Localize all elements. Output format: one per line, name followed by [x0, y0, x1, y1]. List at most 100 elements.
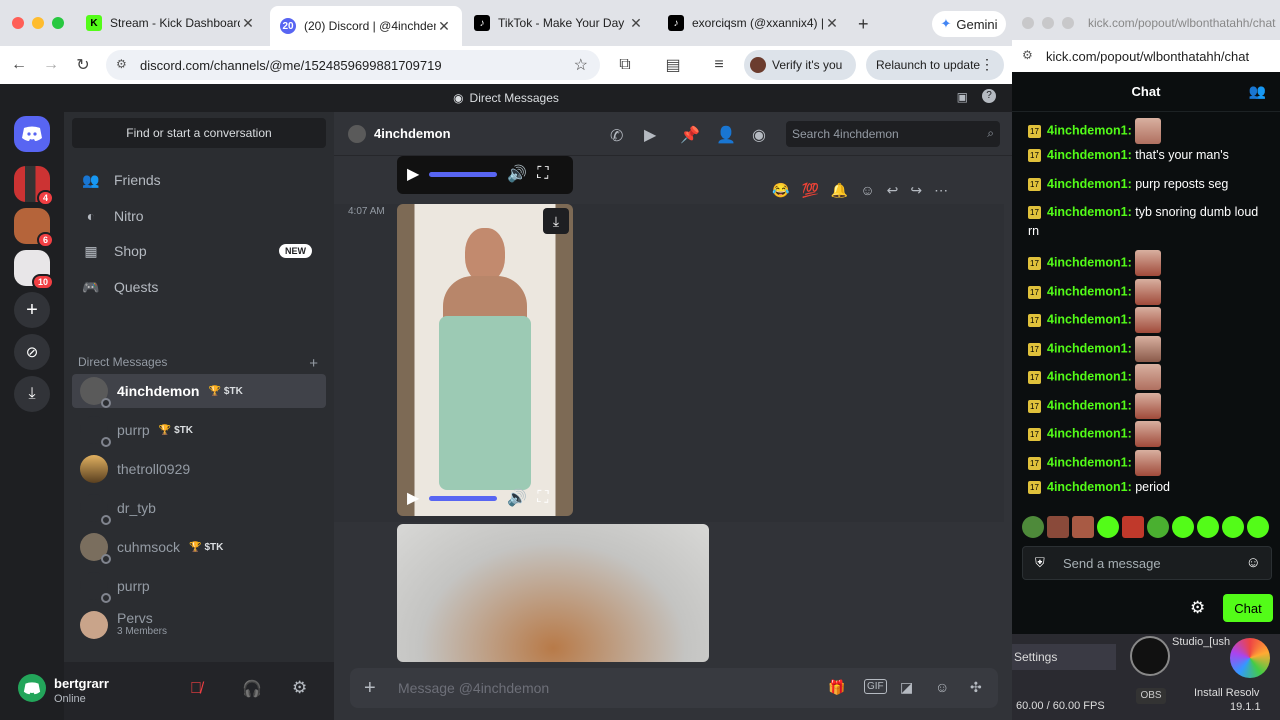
forward-icon[interactable]: ↪ [910, 182, 922, 199]
chat-username[interactable]: 4inchdemon1: [1047, 455, 1132, 469]
tab-tiktok-profile[interactable]: ♪ exorciqsm (@xxannix4) | T ✕ [658, 8, 850, 38]
emote-icon[interactable] [1122, 516, 1144, 538]
reaction-laugh-icon[interactable]: 😂 [772, 182, 789, 199]
davinci-resolve-icon[interactable] [1230, 638, 1270, 678]
chat-username[interactable]: 4inchdemon1: [1047, 177, 1132, 191]
maximize-window-button[interactable] [1062, 17, 1074, 29]
minimize-window-button[interactable] [1042, 17, 1054, 29]
volume-icon[interactable]: 🔊 [507, 488, 527, 508]
settings-gear-icon[interactable]: ⚙ [1190, 598, 1205, 618]
image-attachment[interactable] [397, 524, 709, 662]
server-icon[interactable]: 10 [14, 250, 54, 290]
chat-username[interactable]: 4inchdemon1: [1047, 123, 1132, 137]
user-profile-icon[interactable]: ◉ [752, 125, 766, 145]
inbox-icon[interactable]: ▣ [957, 90, 968, 104]
play-icon[interactable]: ▶ [407, 488, 419, 508]
chat-username[interactable]: 4inchdemon1: [1047, 148, 1132, 162]
chat-username[interactable]: 4inchdemon1: [1047, 255, 1132, 269]
chat-username[interactable]: 4inchdemon1: [1047, 480, 1132, 494]
emote-icon[interactable] [1197, 516, 1219, 538]
emote-icon[interactable] [1022, 516, 1044, 538]
gif-icon[interactable]: GIF [864, 679, 887, 694]
download-icon[interactable]: ⤓ [543, 208, 569, 234]
close-window-button[interactable] [1022, 17, 1034, 29]
new-tab-button[interactable]: + [858, 14, 869, 35]
help-icon[interactable]: ? [982, 89, 996, 103]
server-icon[interactable]: 4 [14, 166, 54, 206]
chat-username[interactable]: 4inchdemon1: [1047, 205, 1132, 219]
add-attachment-icon[interactable]: + [364, 677, 376, 700]
progress-bar[interactable] [429, 171, 498, 177]
close-tab-icon[interactable]: ✕ [824, 15, 840, 32]
video-call-icon[interactable]: ▶ [644, 125, 656, 145]
gemini-button[interactable]: ✦ Gemini [932, 11, 1006, 37]
chat-username[interactable]: 4inchdemon1: [1047, 426, 1132, 440]
search-input[interactable]: Search 4inchdemon ⌕ [786, 121, 1000, 147]
find-conversation-button[interactable]: Find or start a conversation [72, 118, 326, 148]
nav-nitro[interactable]: ◐ Nitro [72, 199, 326, 233]
play-icon[interactable]: ▶ [407, 164, 419, 184]
more-icon[interactable]: ⋯ [934, 182, 948, 199]
bookmark-star-icon[interactable]: ☆ [574, 55, 588, 75]
back-icon[interactable]: ← [8, 54, 30, 76]
close-tab-icon[interactable]: ✕ [240, 15, 256, 32]
tab-tiktok[interactable]: ♪ TikTok - Make Your Day ✕ [464, 8, 654, 38]
maximize-window-button[interactable] [52, 17, 64, 29]
relaunch-button[interactable]: Relaunch to update ⋮ [866, 50, 1004, 80]
emote-icon[interactable] [1072, 516, 1094, 538]
media-controls-icon[interactable]: ≡ [708, 54, 730, 76]
kick-message-input[interactable]: ⛨ Send a message ☺ [1022, 546, 1272, 580]
site-info-icon[interactable]: ⚙ [116, 57, 127, 71]
chat-username[interactable]: 4inchdemon1: [1047, 312, 1132, 326]
settings-gear-icon[interactable]: ⚙ [292, 678, 307, 698]
dm-item-thetroll0929[interactable]: thetroll0929 [72, 452, 326, 486]
emote-icon[interactable] [1147, 516, 1169, 538]
reaction-bell-icon[interactable]: 🔔 [831, 182, 848, 199]
dm-item-purrp[interactable]: purrp 🏆 $TK [72, 413, 326, 447]
nav-friends[interactable]: 👥 Friends [72, 163, 326, 197]
message-input[interactable]: + Message @4inchdemon 🎁 GIF ◪ ☺ ✣ [350, 668, 998, 708]
kick-send-button[interactable]: Chat [1223, 594, 1273, 622]
pin-icon[interactable]: 📌 [680, 125, 700, 145]
add-server-icon[interactable]: + [14, 292, 50, 328]
chat-username[interactable]: 4inchdemon1: [1047, 398, 1132, 412]
tab-kick-dashboard[interactable]: K Stream - Kick Dashboard ✕ [76, 8, 266, 38]
chat-username[interactable]: 4inchdemon1: [1047, 284, 1132, 298]
chat-username[interactable]: 4inchdemon1: [1047, 341, 1132, 355]
user-avatar[interactable] [18, 674, 46, 702]
reload-icon[interactable]: ↻ [72, 54, 94, 76]
site-info-icon[interactable]: ⚙ [1022, 48, 1033, 62]
chat-username[interactable]: 4inchdemon1: [1047, 369, 1132, 383]
emoji-icon[interactable]: ☺ [1246, 554, 1261, 571]
apps-icon[interactable]: ✣ [970, 679, 982, 696]
add-friends-icon[interactable]: 👤 [716, 125, 736, 145]
dm-item-purrp-2[interactable]: purrp [72, 569, 326, 603]
voice-call-icon[interactable]: ✆ [610, 126, 623, 146]
close-window-button[interactable] [12, 17, 24, 29]
reading-mode-icon[interactable]: ▤ [662, 54, 684, 76]
dm-item-cuhmsock[interactable]: cuhmsock 🏆 $TK [72, 530, 326, 564]
reaction-100-icon[interactable]: 💯 [801, 182, 818, 199]
more-menu-icon[interactable]: ⋮ [980, 56, 994, 73]
volume-icon[interactable]: 🔊 [507, 164, 527, 184]
reply-icon[interactable]: ↩ [887, 182, 899, 199]
emote-icon[interactable] [1172, 516, 1194, 538]
sticker-icon[interactable]: ◪ [900, 679, 913, 696]
users-icon[interactable]: 👥 [1249, 83, 1266, 100]
close-tab-icon[interactable]: ✕ [628, 15, 644, 32]
nav-shop[interactable]: ▦ Shop NEW [72, 234, 326, 268]
dm-item-dr-tyb[interactable]: dr_tyb [72, 491, 326, 525]
obs-settings-button[interactable]: Settings [1012, 644, 1116, 670]
discover-icon[interactable]: ⊘ [14, 334, 50, 370]
headphones-icon[interactable]: 🎧 [242, 679, 262, 699]
emote-icon[interactable] [1047, 516, 1069, 538]
address-bar[interactable]: ⚙ discord.com/channels/@me/1524859699881… [106, 50, 600, 80]
gift-icon[interactable]: 🎁 [828, 679, 845, 696]
nav-quests[interactable]: 🎮 Quests [72, 270, 326, 304]
obs-icon[interactable] [1130, 636, 1170, 676]
video-attachment[interactable]: ⤓ ▶ 🔊 ⛶ [397, 204, 573, 516]
extensions-icon[interactable]: ⧉ [614, 54, 636, 76]
emoji-icon[interactable]: ☺ [935, 679, 949, 695]
mute-icon[interactable]: 🎙̸ [190, 680, 202, 698]
progress-bar[interactable] [429, 495, 498, 501]
